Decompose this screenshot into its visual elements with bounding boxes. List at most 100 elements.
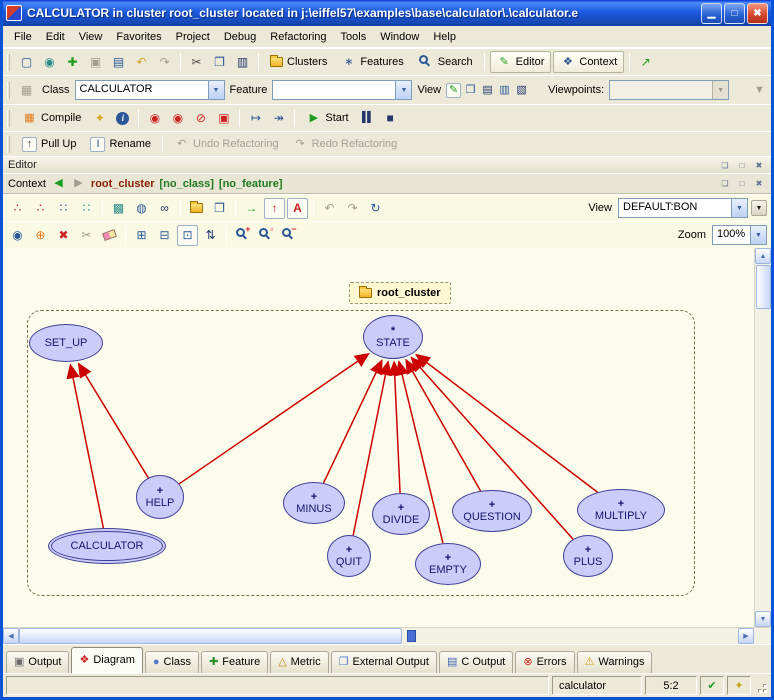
undo-icon[interactable]: ↶: [131, 52, 152, 73]
export-image-icon[interactable]: ▩: [108, 198, 129, 219]
class-combobox[interactable]: CALCULATOR ▼: [75, 80, 225, 100]
step-into-icon[interactable]: ↦: [245, 108, 266, 129]
panel-close-icon[interactable]: ✖: [752, 159, 766, 172]
zoom-out-icon[interactable]: −: [278, 225, 299, 246]
inheritance-tool-icon[interactable]: ↑: [264, 198, 285, 219]
scroll-down-icon[interactable]: ▼: [755, 611, 771, 627]
horizontal-scroll-track[interactable]: [19, 628, 738, 644]
tab-warnings[interactable]: ⚠Warnings: [577, 651, 653, 673]
class-combo-arrow-icon[interactable]: ▼: [208, 81, 224, 99]
client-arrow-tool-icon[interactable]: →: [241, 198, 262, 219]
menu-item-tools[interactable]: Tools: [334, 28, 374, 46]
menu-item-view[interactable]: View: [72, 28, 110, 46]
context-float-icon[interactable]: ❏: [718, 177, 732, 190]
diagram-undo-icon[interactable]: ↶: [319, 198, 340, 219]
inheritance-link-help-to-state[interactable]: [179, 354, 368, 484]
paste-icon[interactable]: ▥: [232, 52, 253, 73]
class-relations-icon[interactable]: ∴: [7, 198, 28, 219]
menu-item-project[interactable]: Project: [169, 28, 217, 46]
breakpoint-enable-icon[interactable]: ◉: [144, 108, 165, 129]
layout-icon[interactable]: ◍: [131, 198, 152, 219]
menu-item-refactoring[interactable]: Refactoring: [263, 28, 333, 46]
tab-external-output[interactable]: ❐External Output: [331, 651, 437, 673]
class-node-divide[interactable]: +DIVIDE: [372, 493, 430, 535]
breakpoint-remove-icon[interactable]: ▣: [213, 108, 234, 129]
trim-tool-icon[interactable]: ✂: [76, 225, 97, 246]
feature-combo-arrow-icon[interactable]: ▼: [395, 81, 411, 99]
order-icon[interactable]: ⇅: [200, 225, 221, 246]
cut-icon[interactable]: ✂: [186, 52, 207, 73]
diagram-canvas[interactable]: root_cluster SET_UP*STATE+HELPCALCULATOR…: [3, 248, 754, 627]
compile-button[interactable]: ▦ Compile: [16, 107, 87, 129]
send-to-external-icon[interactable]: ↗: [635, 52, 656, 73]
save-all-icon[interactable]: ▣: [85, 52, 106, 73]
maximize-button[interactable]: □: [724, 3, 745, 24]
resize-grip[interactable]: [754, 680, 769, 695]
tab-errors[interactable]: ⊗Errors: [515, 651, 574, 673]
panel-maximize-icon[interactable]: □: [735, 159, 749, 172]
new-cluster-icon[interactable]: [186, 198, 207, 219]
open-icon[interactable]: ◉: [39, 52, 60, 73]
class-node-quit[interactable]: +QUIT: [327, 535, 371, 577]
search-button[interactable]: Search: [412, 51, 479, 73]
panel-float-icon[interactable]: ❏: [718, 159, 732, 172]
editor-toggle-button[interactable]: ✎ Editor: [490, 51, 552, 73]
class-node-multiply[interactable]: +MULTIPLY: [577, 489, 665, 531]
context-maximize-icon[interactable]: □: [735, 177, 749, 190]
toolbar-grip[interactable]: [7, 110, 10, 127]
breakpoint-disable-icon[interactable]: ⊘: [190, 108, 211, 129]
view-interface-icon[interactable]: ▥: [497, 83, 512, 98]
eraser-tool-icon[interactable]: [99, 225, 120, 246]
tab-c-output[interactable]: ▤C Output: [439, 651, 513, 673]
class-node-empty[interactable]: +EMPTY: [415, 543, 481, 585]
history-back-icon[interactable]: ◀: [51, 176, 66, 191]
menu-item-favorites[interactable]: Favorites: [109, 28, 168, 46]
toolbar-grip[interactable]: [7, 136, 10, 153]
history-forward-icon[interactable]: ▶: [71, 176, 86, 191]
horizontal-scroll-thumb[interactable]: [19, 628, 402, 644]
toolbar-overflow-icon[interactable]: ▼: [752, 83, 767, 98]
vertical-scroll-thumb[interactable]: [756, 265, 771, 309]
view-menu-button[interactable]: ▼: [751, 200, 767, 216]
inheritance-link-question-to-state[interactable]: [406, 360, 481, 491]
zoom-in-icon[interactable]: +: [232, 225, 253, 246]
client-link-icon[interactable]: ∷: [53, 198, 74, 219]
zoom-arrow-icon[interactable]: ▼: [750, 226, 766, 244]
address-tool-icon[interactable]: ▦: [16, 80, 37, 101]
pause-icon[interactable]: ▌▌: [357, 108, 378, 129]
class-node-help[interactable]: +HELP: [136, 475, 184, 519]
step-over-icon[interactable]: ↠: [268, 108, 289, 129]
diagram-reload-icon[interactable]: ↻: [365, 198, 386, 219]
zoom-combobox[interactable]: 100% ▼: [712, 225, 767, 245]
tab-diagram[interactable]: ❖Diagram: [71, 647, 142, 673]
view-ancestors-icon[interactable]: ▧: [514, 83, 529, 98]
fit-to-screen-icon[interactable]: ⊞: [131, 225, 152, 246]
tab-class[interactable]: ●Class: [145, 651, 199, 673]
class-node-question[interactable]: +QUESTION: [452, 490, 532, 532]
menu-item-help[interactable]: Help: [426, 28, 463, 46]
diagram-view-combobox[interactable]: DEFAULT:BON ▼: [618, 198, 748, 218]
toolbar-grip[interactable]: [7, 54, 10, 71]
context-feature-crumb[interactable]: [no_feature]: [219, 178, 283, 190]
view-editor-icon[interactable]: ✎: [446, 83, 461, 98]
fit-selection-icon[interactable]: ⊟: [154, 225, 175, 246]
tab-output[interactable]: ▣Output: [6, 651, 69, 673]
link-tool-icon[interactable]: ∞: [154, 198, 175, 219]
inheritance-link-multiply-to-state[interactable]: [416, 355, 597, 493]
view-contract-icon[interactable]: ▤: [480, 83, 495, 98]
zoom-fit-icon[interactable]: ▫: [255, 225, 276, 246]
class-node-plus[interactable]: +PLUS: [563, 535, 613, 577]
context-close-icon[interactable]: ✖: [752, 177, 766, 190]
add-icon[interactable]: ✚: [62, 52, 83, 73]
context-cluster-crumb[interactable]: root_cluster: [91, 178, 155, 190]
force-layout-icon[interactable]: ◉: [7, 225, 28, 246]
breakpoint-show-icon[interactable]: ◉: [167, 108, 188, 129]
diagram-redo-icon[interactable]: ↷: [342, 198, 363, 219]
class-node-set_up[interactable]: SET_UP: [29, 324, 103, 362]
start-button[interactable]: ▶ Start: [300, 107, 354, 129]
menu-item-edit[interactable]: Edit: [39, 28, 72, 46]
context-class-crumb[interactable]: [no_class]: [160, 178, 214, 190]
view-flat-icon[interactable]: ❐: [463, 83, 478, 98]
supplier-link-icon[interactable]: ∷: [76, 198, 97, 219]
tab-feature[interactable]: ✚Feature: [201, 651, 268, 673]
